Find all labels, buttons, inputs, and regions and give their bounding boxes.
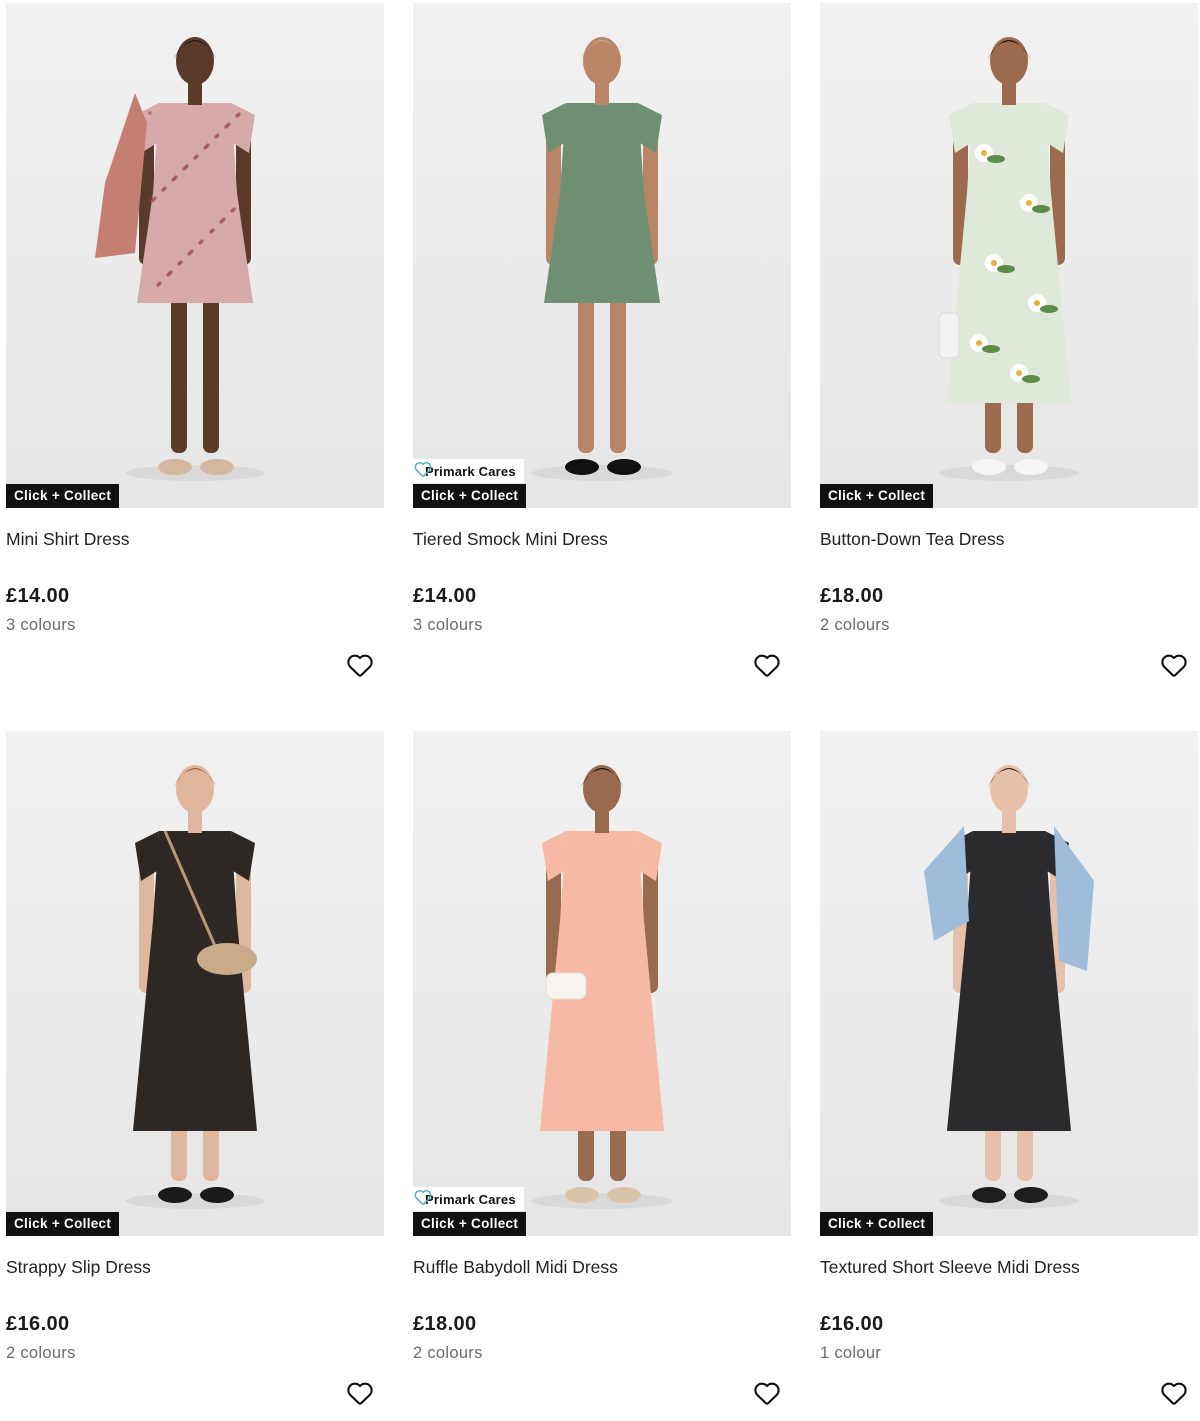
colour-count: 3 colours	[413, 616, 483, 634]
product-price: £18.00	[413, 1313, 477, 1335]
product-name-link[interactable]: Mini Shirt Dress	[6, 529, 130, 550]
product-price: £14.00	[413, 585, 477, 607]
product-image[interactable]: Click + Collect	[6, 3, 384, 508]
product-card[interactable]: Click + Collect Mini Shirt Dress £14.00 3 c…	[6, 3, 384, 693]
product-card[interactable]: Primark Cares Click + Collect Ruffle Babyd…	[413, 731, 791, 1421]
heart-outline-icon	[345, 650, 375, 680]
product-name-link[interactable]: Strappy Slip Dress	[6, 1257, 151, 1278]
add-to-wishlist-button[interactable]	[750, 648, 784, 682]
product-card[interactable]: Primark Cares Click + Collect Tiered Smock…	[413, 3, 791, 693]
product-name-link[interactable]: Tiered Smock Mini Dress	[413, 529, 608, 550]
product-image[interactable]: Primark Cares Click + Collect	[413, 731, 791, 1236]
product-name-link[interactable]: Textured Short Sleeve Midi Dress	[820, 1257, 1080, 1278]
product-image[interactable]: Primark Cares Click + Collect	[413, 3, 791, 508]
product-image[interactable]: Click + Collect	[820, 731, 1198, 1236]
click-collect-badge: Click + Collect	[413, 484, 527, 508]
product-card[interactable]: Click + Collect Button-Down Tea Dress £18.…	[820, 3, 1198, 693]
click-collect-badge: Click + Collect	[413, 1212, 527, 1236]
primark-cares-badge: Primark Cares	[413, 459, 524, 483]
heart-outline-icon	[345, 1378, 375, 1408]
product-image[interactable]: Click + Collect	[6, 731, 384, 1236]
product-photo	[6, 731, 384, 1236]
product-grid: Click + Collect Mini Shirt Dress £14.00 3 c…	[0, 0, 1200, 1405]
heart-outline-icon	[752, 1378, 782, 1408]
colour-count: 1 colour	[820, 1344, 882, 1362]
primark-cares-label: Primark Cares	[425, 463, 516, 479]
product-image[interactable]: Click + Collect	[820, 3, 1198, 508]
product-price: £16.00	[6, 1313, 70, 1335]
colour-count: 3 colours	[6, 616, 76, 634]
product-price: £16.00	[820, 1313, 884, 1335]
click-collect-badge: Click + Collect	[820, 484, 934, 508]
heart-outline-icon	[1159, 1378, 1189, 1408]
heart-outline-icon	[1159, 650, 1189, 680]
add-to-wishlist-button[interactable]	[1157, 648, 1191, 682]
product-photo	[820, 3, 1198, 508]
colour-count: 2 colours	[6, 1344, 76, 1362]
colour-count: 2 colours	[820, 616, 890, 634]
product-card[interactable]: Click + Collect Textured Short Sleeve Mid…	[820, 731, 1198, 1421]
product-price: £14.00	[6, 585, 70, 607]
product-photo	[413, 731, 791, 1236]
product-photo	[6, 3, 384, 508]
colour-count: 2 colours	[413, 1344, 483, 1362]
click-collect-badge: Click + Collect	[6, 1212, 120, 1236]
product-photo	[413, 3, 791, 508]
product-name-link[interactable]: Button-Down Tea Dress	[820, 529, 1005, 550]
click-collect-badge: Click + Collect	[820, 1212, 934, 1236]
primark-cares-badge: Primark Cares	[413, 1187, 524, 1211]
heart-outline-icon	[752, 650, 782, 680]
product-name-link[interactable]: Ruffle Babydoll Midi Dress	[413, 1257, 618, 1278]
product-card[interactable]: Click + Collect Strappy Slip Dress £16.00 2…	[6, 731, 384, 1421]
product-price: £18.00	[820, 585, 884, 607]
product-photo	[820, 731, 1198, 1236]
add-to-wishlist-button[interactable]	[343, 648, 377, 682]
primark-cares-label: Primark Cares	[425, 1191, 516, 1207]
click-collect-badge: Click + Collect	[6, 484, 120, 508]
